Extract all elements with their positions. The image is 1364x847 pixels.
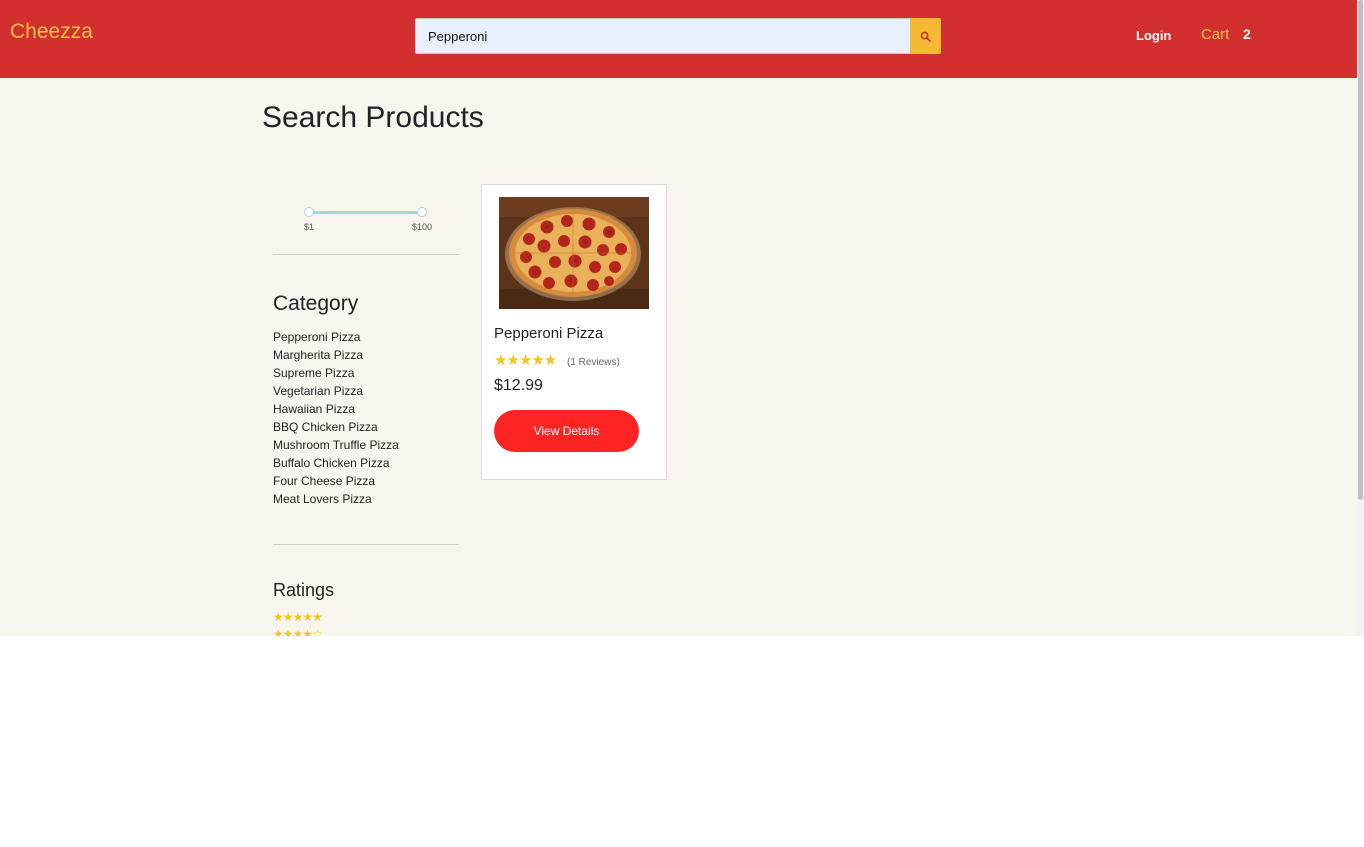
category-item[interactable]: Meat Lovers Pizza [273, 491, 399, 509]
category-item[interactable]: Pepperoni Pizza [273, 329, 399, 347]
product-name[interactable]: Pepperoni Pizza [494, 325, 603, 342]
category-heading: Category [273, 292, 359, 315]
cart-count-badge: 2 [1243, 26, 1251, 42]
star-empty-icon: ☆ [312, 627, 323, 636]
divider [273, 544, 459, 545]
star-filled-icon: ★ [292, 627, 304, 636]
pizza-image [499, 197, 649, 309]
view-details-button[interactable]: View Details [494, 410, 639, 452]
slider-min-handle[interactable] [304, 207, 314, 217]
star-filled-icon: ★ [273, 610, 284, 624]
search-icon [920, 31, 931, 42]
price-max-label: $100 [412, 222, 433, 232]
category-list: Pepperoni Pizza Margherita Pizza Supreme… [273, 329, 399, 509]
login-link[interactable]: Login [1136, 28, 1171, 43]
star-filled-icon: ★ [506, 352, 519, 369]
cart-link[interactable]: Cart [1201, 26, 1229, 43]
category-item[interactable]: Four Cheese Pizza [273, 473, 399, 491]
product-price: $12.99 [494, 377, 543, 394]
category-item[interactable]: Buffalo Chicken Pizza [273, 455, 399, 473]
price-min-label: $1 [304, 222, 315, 232]
star-filled-icon: ★ [292, 610, 304, 624]
search-input[interactable] [415, 18, 910, 54]
star-filled-icon: ★ [273, 627, 284, 636]
page-title: Search Products [262, 101, 484, 134]
category-item[interactable]: Margherita Pizza [273, 347, 399, 365]
star-filled-icon: ★ [282, 627, 294, 636]
slider-max-handle[interactable] [417, 207, 427, 217]
search-bar [415, 18, 941, 54]
app-viewport: Cheezza Login Cart 2 Search Products $1 … [0, 0, 1357, 636]
category-item[interactable]: Supreme Pizza [273, 365, 399, 383]
star-filled-icon: ★ [282, 610, 294, 624]
star-filled-icon: ★ [531, 352, 544, 369]
star-filled-icon: ★ [302, 627, 313, 636]
star-filled-icon: ★ [518, 352, 532, 369]
product-rating-stars: ★★★★★ [494, 352, 557, 369]
star-filled-icon: ★ [312, 610, 323, 624]
category-item[interactable]: Hawaiian Pizza [273, 401, 399, 419]
scrollbar-thumb[interactable] [1358, 0, 1363, 500]
star-filled-icon: ★ [494, 352, 507, 369]
star-filled-icon: ★ [302, 610, 313, 624]
vertical-scrollbar[interactable] [1357, 0, 1364, 636]
star-filled-icon: ★ [543, 352, 557, 369]
category-item[interactable]: Vegetarian Pizza [273, 383, 399, 401]
price-range-slider: $1 $100 [304, 205, 434, 235]
brand-logo[interactable]: Cheezza [10, 20, 93, 44]
ratings-heading: Ratings [273, 580, 335, 600]
product-card: Pepperoni Pizza ★★★★★ (1 Reviews) $12.99… [481, 184, 667, 480]
category-item[interactable]: Mushroom Truffle Pizza [273, 437, 399, 455]
divider [273, 254, 459, 255]
search-button[interactable] [910, 18, 941, 54]
slider-track[interactable] [309, 211, 422, 214]
review-count: (1 Reviews) [567, 357, 620, 368]
rating-filter-4-stars[interactable]: ★★★★☆ [273, 627, 323, 636]
rating-filter-5-stars[interactable]: ★★★★★ [273, 610, 323, 624]
navbar: Cheezza Login Cart 2 [0, 0, 1357, 78]
category-item[interactable]: BBQ Chicken Pizza [273, 419, 399, 437]
product-image[interactable] [499, 197, 649, 309]
